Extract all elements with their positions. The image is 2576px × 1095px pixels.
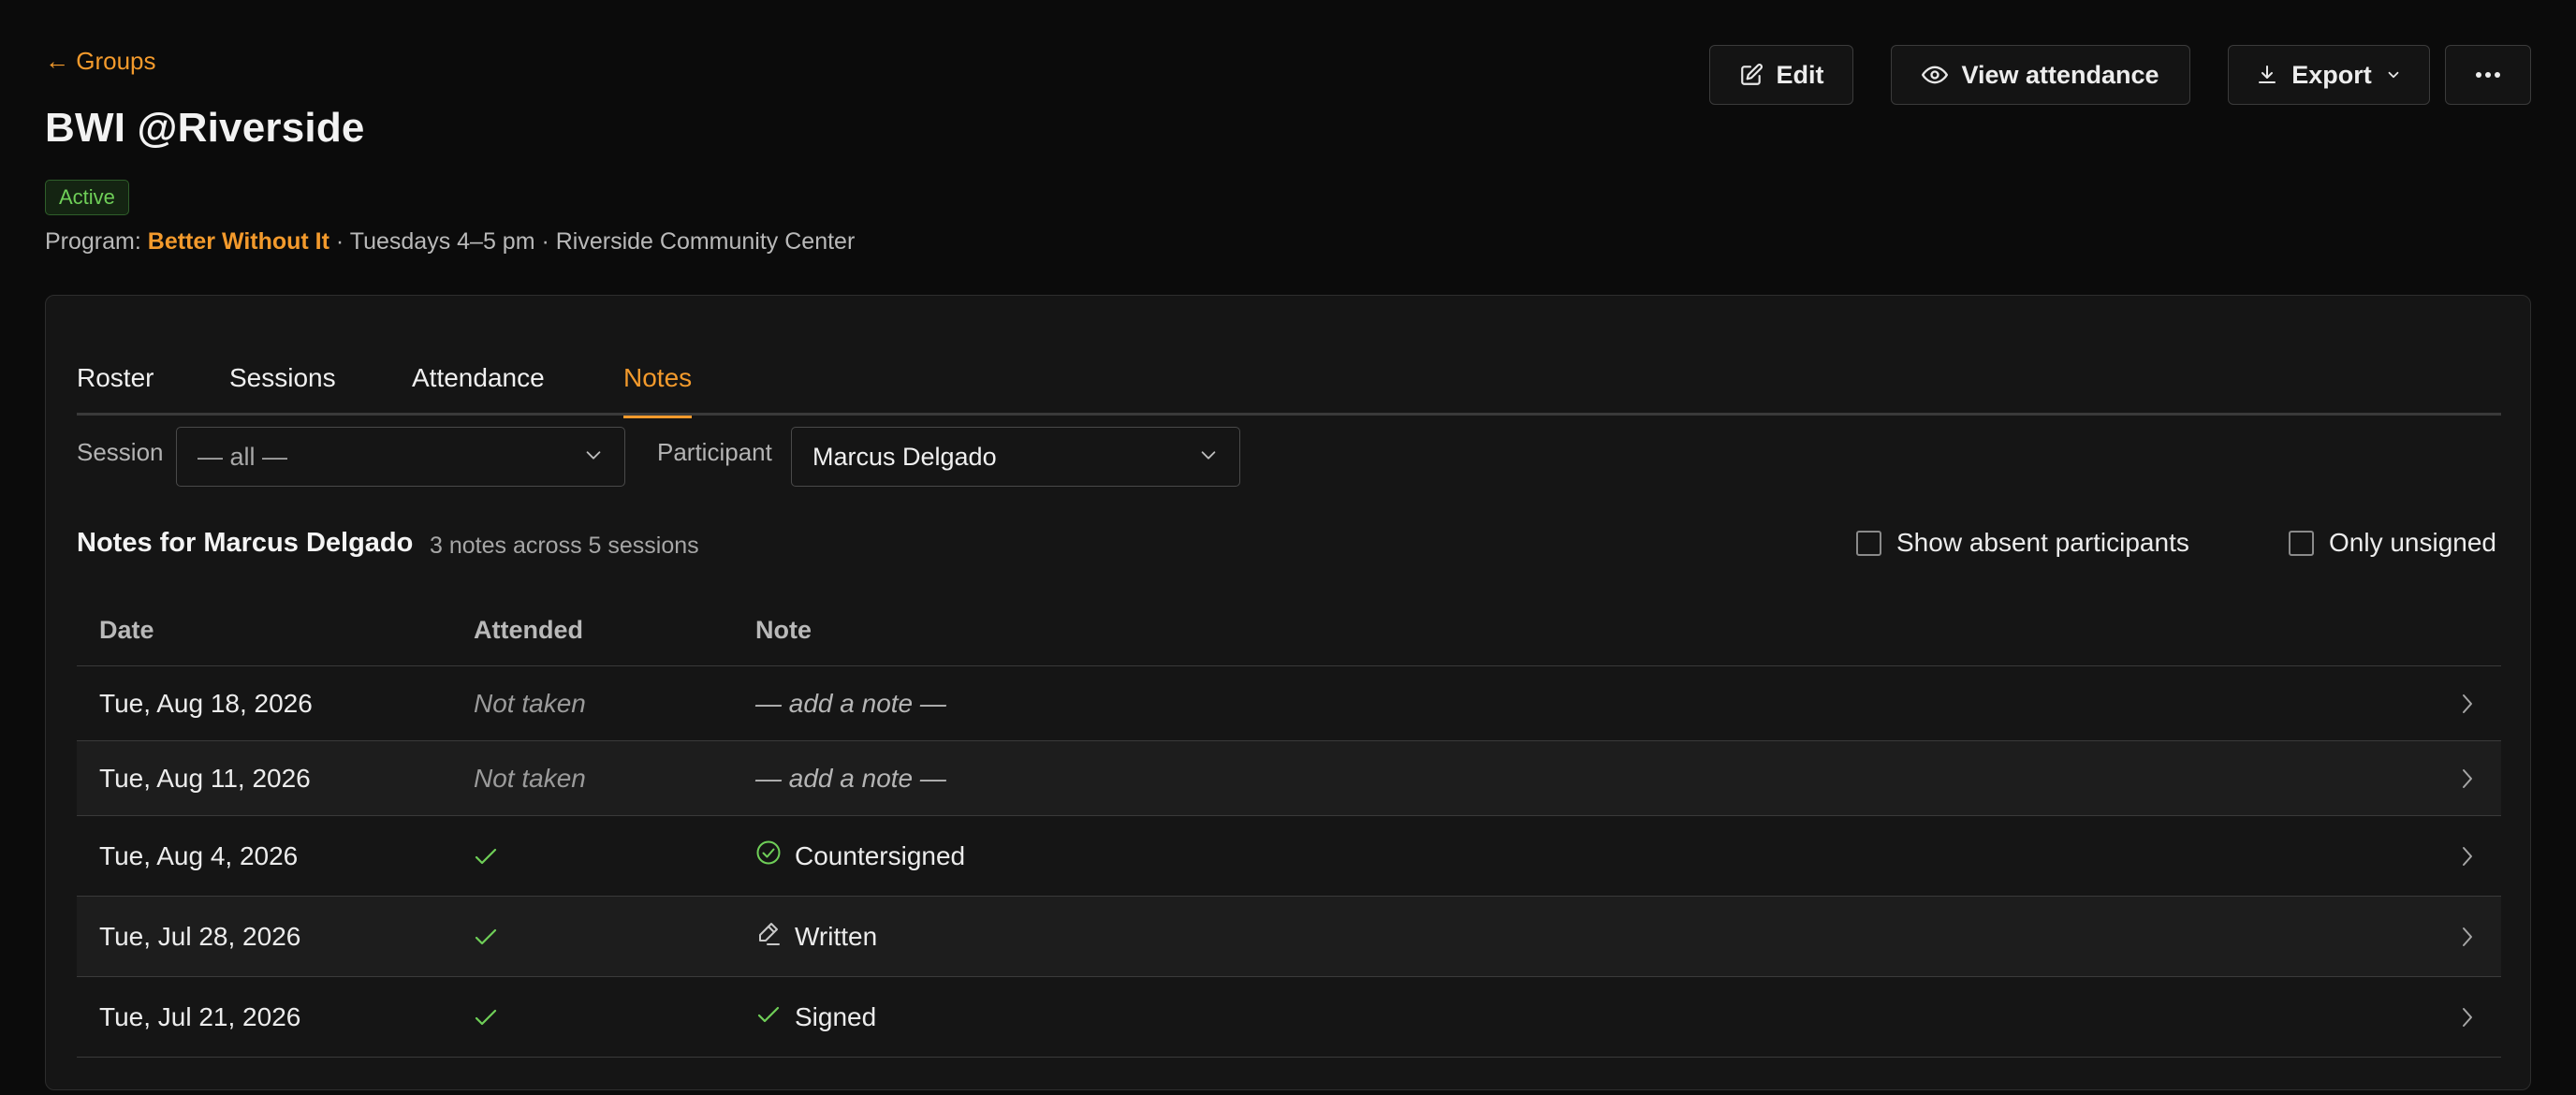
table-row[interactable]: Tue, Jul 21, 2026 Signed — [77, 977, 2501, 1058]
notes-heading: Notes for Marcus Delgado — [77, 528, 414, 558]
chevron-right-icon[interactable] — [2460, 925, 2475, 949]
chevron-down-icon — [1198, 443, 1219, 472]
eye-icon — [1922, 62, 1949, 88]
tab-notes[interactable]: Notes — [623, 346, 693, 418]
note-status: Written — [755, 920, 877, 953]
session-select[interactable]: — all — — [176, 427, 625, 487]
chevron-right-icon[interactable] — [2460, 844, 2475, 869]
session-select-value: — all — — [198, 442, 288, 471]
tab-attendance[interactable]: Attendance — [412, 346, 545, 416]
chevron-right-icon[interactable] — [2460, 766, 2475, 791]
export-label: Export — [2291, 60, 2372, 89]
row-attended: Not taken — [474, 688, 586, 718]
table-row[interactable]: Tue, Aug 11, 2026 Not taken — add a note… — [77, 741, 2501, 816]
header-note: Note — [755, 616, 812, 644]
only-unsigned-label: Only unsigned — [2329, 528, 2497, 557]
attended-check-icon — [474, 1007, 498, 1028]
tab-roster[interactable]: Roster — [77, 346, 154, 416]
pen-icon — [755, 920, 782, 953]
status-badge: Active — [45, 180, 129, 215]
group-meta-line: Program: Better Without It · Tuesdays 4–… — [45, 228, 855, 256]
back-to-groups-link[interactable]: ← Groups — [45, 47, 156, 76]
row-date: Tue, Aug 18, 2026 — [99, 688, 313, 718]
participant-select[interactable]: Marcus Delgado — [791, 427, 1240, 487]
participant-filter-label: Participant — [657, 438, 772, 466]
more-horizontal-icon — [2474, 70, 2502, 80]
edit-icon — [1739, 63, 1764, 87]
checkbox-box[interactable] — [2289, 530, 2314, 556]
more-actions-button[interactable] — [2445, 45, 2531, 105]
group-detail-card: Roster Sessions Attendance Notes Session… — [45, 295, 2531, 1090]
page-title: BWI @Riverside — [45, 105, 365, 151]
row-date: Tue, Jul 21, 2026 — [99, 1001, 301, 1031]
show-absent-checkbox[interactable]: Show absent participants — [1856, 528, 2189, 558]
table-row[interactable]: Tue, Aug 4, 2026 Countersigned — [77, 816, 2501, 897]
header-attended: Attended — [474, 616, 583, 644]
notes-table: Date Attended Note Tue, Aug 18, 2026 Not… — [77, 595, 2501, 1058]
checkbox-box[interactable] — [1856, 530, 1881, 556]
chevron-right-icon[interactable] — [2460, 1005, 2475, 1029]
row-attended: Not taken — [474, 763, 586, 793]
participant-select-value: Marcus Delgado — [812, 442, 997, 471]
note-status-label: Signed — [795, 1001, 877, 1031]
add-note-link[interactable]: — add a note — — [755, 764, 946, 794]
show-absent-label: Show absent participants — [1896, 528, 2189, 557]
chevron-down-icon — [2385, 66, 2402, 83]
tab-bar: Roster Sessions Attendance Notes — [77, 346, 2501, 418]
check-circle-icon — [755, 840, 782, 872]
edit-label: Edit — [1776, 60, 1824, 89]
note-status: Countersigned — [755, 840, 965, 872]
note-status-label: Written — [795, 921, 878, 951]
check-icon — [755, 1002, 782, 1032]
view-attendance-button[interactable]: View attendance — [1891, 45, 2190, 105]
program-link[interactable]: Better Without It — [148, 228, 329, 255]
row-date: Tue, Jul 28, 2026 — [99, 921, 301, 951]
header-date: Date — [99, 616, 154, 644]
edit-button[interactable]: Edit — [1709, 45, 1853, 105]
chevron-down-icon — [583, 443, 604, 472]
download-icon — [2256, 64, 2278, 86]
view-attendance-label: View attendance — [1961, 60, 2159, 89]
row-date: Tue, Aug 4, 2026 — [99, 840, 299, 870]
add-note-link[interactable]: — add a note — — [755, 689, 946, 719]
attended-check-icon — [474, 846, 498, 867]
only-unsigned-checkbox[interactable]: Only unsigned — [2289, 528, 2496, 558]
table-header: Date Attended Note — [77, 595, 2501, 666]
attended-check-icon — [474, 927, 498, 947]
table-row[interactable]: Tue, Aug 18, 2026 Not taken — add a note… — [77, 666, 2501, 741]
tab-sessions[interactable]: Sessions — [229, 346, 336, 416]
notes-summary: 3 notes across 5 sessions — [430, 533, 699, 559]
note-status-label: Countersigned — [795, 840, 966, 870]
program-prefix: Program: — [45, 228, 141, 255]
session-filter-label: Session — [77, 438, 164, 466]
row-date: Tue, Aug 11, 2026 — [99, 763, 311, 793]
table-row[interactable]: Tue, Jul 28, 2026 Written — [77, 897, 2501, 977]
note-status: Signed — [755, 1002, 876, 1032]
group-schedule: · Tuesdays 4–5 pm · Riverside Community … — [329, 228, 856, 255]
export-button[interactable]: Export — [2228, 45, 2430, 105]
chevron-right-icon[interactable] — [2460, 692, 2475, 716]
